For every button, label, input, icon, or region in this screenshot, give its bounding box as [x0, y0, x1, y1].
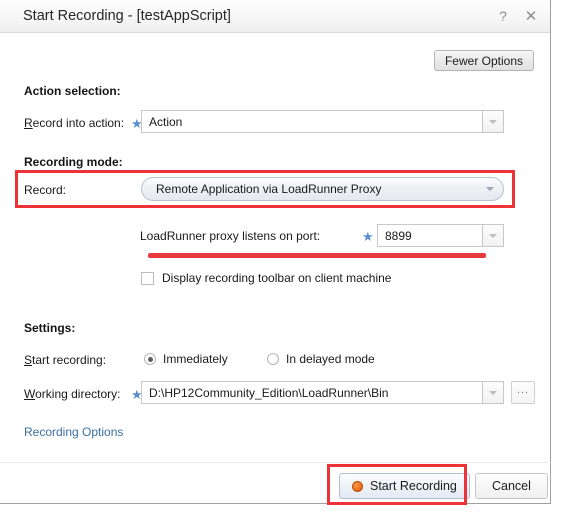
record-into-action-label-rest: ecord into action: — [32, 116, 125, 130]
start-recording-button-label: Start Recording — [370, 479, 457, 493]
working-directory-combobox[interactable]: D:\HP12Community_Edition\LoadRunner\Bin — [141, 381, 504, 404]
record-mode-value: Remote Application via LoadRunner Proxy — [156, 182, 382, 196]
radio-immediately[interactable]: Immediately — [144, 352, 228, 366]
proxy-port-required-star: ★ — [362, 229, 374, 244]
working-directory-label-rest: orking directory: — [35, 387, 121, 401]
footer-separator — [0, 462, 551, 463]
recording-options-link[interactable]: Recording Options — [24, 425, 123, 439]
chevron-down-icon[interactable] — [477, 187, 503, 191]
radio-in-delayed-mode-indicator[interactable] — [267, 353, 279, 365]
dialog-title: Start Recording - [testAppScript] — [23, 8, 231, 24]
radio-immediately-label: Immediately — [163, 352, 228, 366]
proxy-port-label: LoadRunner proxy listens on port: — [140, 229, 321, 243]
chevron-down-icon[interactable] — [482, 110, 504, 133]
action-selection-heading: Action selection: — [24, 84, 121, 98]
radio-immediately-indicator[interactable] — [144, 353, 156, 365]
proxy-port-combobox[interactable]: 8899 — [377, 224, 504, 247]
record-label: Record: — [24, 183, 67, 197]
record-mode-combobox[interactable]: Remote Application via LoadRunner Proxy — [141, 177, 504, 201]
cancel-button[interactable]: Cancel — [475, 473, 548, 499]
display-toolbar-label: Display recording toolbar on client mach… — [162, 271, 392, 285]
record-dot-icon — [352, 480, 363, 492]
chevron-down-glyph — [489, 390, 497, 395]
record-into-action-combobox[interactable]: Action — [141, 110, 504, 133]
start-recording-button[interactable]: Start Recording — [339, 473, 470, 499]
dialog-titlebar: Start Recording - [testAppScript] ? ✕ — [0, 0, 550, 33]
chevron-down-glyph — [489, 119, 497, 124]
radio-in-delayed-mode[interactable]: In delayed mode — [267, 352, 375, 366]
record-into-action-value: Action — [141, 110, 482, 133]
chevron-down-glyph — [486, 187, 494, 191]
chevron-down-icon[interactable] — [482, 224, 504, 247]
chevron-down-glyph — [489, 233, 497, 238]
record-into-action-label-accel: R — [24, 116, 33, 130]
record-into-action-label: Record into action: — [24, 116, 124, 130]
start-recording-label-accel: S — [24, 353, 33, 367]
proxy-port-value[interactable]: 8899 — [377, 224, 482, 247]
radio-in-delayed-mode-label: In delayed mode — [286, 352, 375, 366]
display-toolbar-checkbox[interactable] — [141, 271, 154, 285]
help-icon[interactable]: ? — [494, 7, 512, 25]
working-directory-value[interactable]: D:\HP12Community_Edition\LoadRunner\Bin — [141, 381, 482, 404]
fewer-options-button[interactable]: Fewer Options — [433, 50, 534, 71]
recording-mode-heading: Recording mode: — [24, 155, 123, 169]
display-toolbar-checkbox-row[interactable]: Display recording toolbar on client mach… — [141, 271, 391, 285]
titlebar-buttons: ? ✕ — [494, 7, 540, 25]
start-recording-dialog: Start Recording - [testAppScript] ? ✕ Fe… — [0, 0, 551, 504]
start-recording-label-rest: tart recording: — [32, 353, 107, 367]
start-recording-label: Start recording: — [24, 353, 106, 367]
close-icon[interactable]: ✕ — [522, 7, 540, 25]
working-directory-label-accel: W — [24, 387, 36, 401]
browse-directory-button[interactable]: ... — [511, 381, 535, 404]
chevron-down-icon[interactable] — [482, 381, 504, 404]
working-directory-label: Working directory: — [24, 387, 120, 401]
settings-heading: Settings: — [24, 321, 76, 335]
